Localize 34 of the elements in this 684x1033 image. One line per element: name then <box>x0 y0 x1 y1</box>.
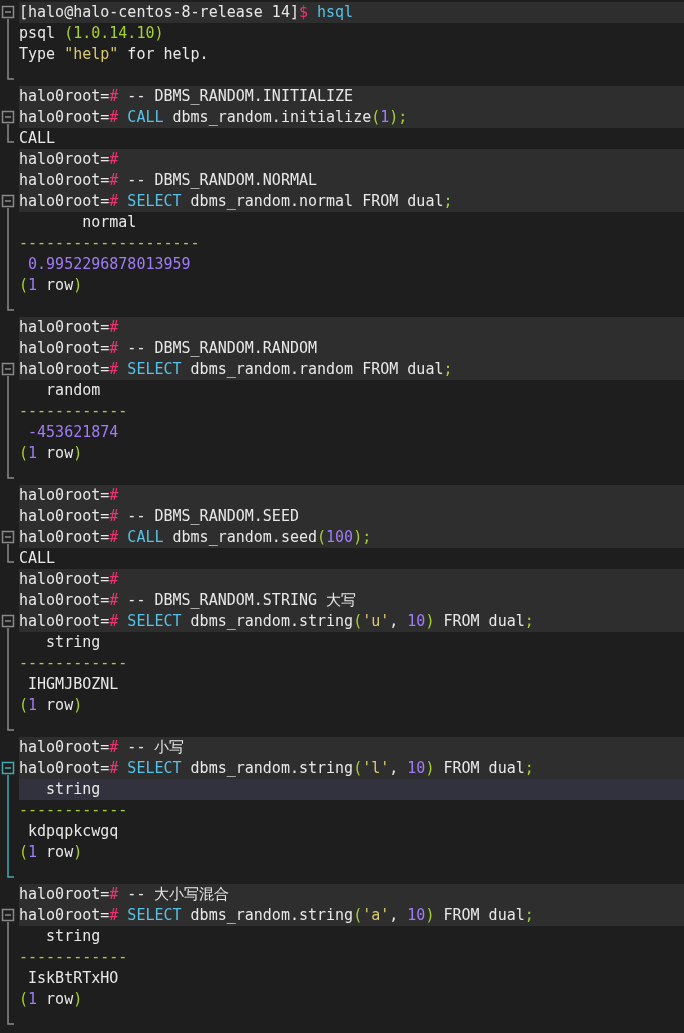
collapse-icon[interactable] <box>1 761 15 775</box>
terminal-line: kdpqpkcwgq <box>27 821 120 842</box>
terminal-line: psql (1.0.14.10) <box>19 23 165 44</box>
terminal-line: (1 row) <box>19 842 84 863</box>
collapse-icon[interactable] <box>1 614 15 628</box>
terminal-line: (1 row) <box>19 989 84 1010</box>
terminal-line: CALL <box>19 128 57 149</box>
fold-guide-line <box>7 123 15 143</box>
collapse-icon[interactable] <box>1 362 15 376</box>
terminal-line: Type "help" for help. <box>19 44 210 65</box>
terminal-line: 0.9952296878013959 <box>27 254 192 275</box>
fold-guide-line <box>7 18 15 80</box>
collapse-icon[interactable] <box>1 110 15 124</box>
terminal-line: string <box>45 632 102 653</box>
terminal-line: (1 row) <box>19 275 84 296</box>
terminal-line: ------------ <box>19 401 129 422</box>
terminal-line: ------------ <box>19 800 129 821</box>
terminal-line: string <box>45 926 102 947</box>
collapse-icon[interactable] <box>1 5 15 19</box>
collapse-icon[interactable] <box>1 530 15 544</box>
fold-guide-line <box>7 543 15 563</box>
terminal-line: IskBtRTxHO <box>27 968 120 989</box>
terminal-line: -------------------- <box>19 233 201 254</box>
collapse-icon[interactable] <box>1 908 15 922</box>
terminal-line: random <box>45 380 102 401</box>
terminal-line: ------------ <box>19 653 129 674</box>
terminal-line: IHGMJBOZNL <box>27 674 120 695</box>
terminal-line: ------------ <box>19 947 129 968</box>
collapse-icon[interactable] <box>1 194 15 208</box>
terminal-line: CALL <box>19 548 57 569</box>
terminal-line: (1 row) <box>19 443 84 464</box>
terminal-line: normal <box>81 212 138 233</box>
terminal-line: -453621874 <box>27 422 120 443</box>
terminal-line: (1 row) <box>19 695 84 716</box>
